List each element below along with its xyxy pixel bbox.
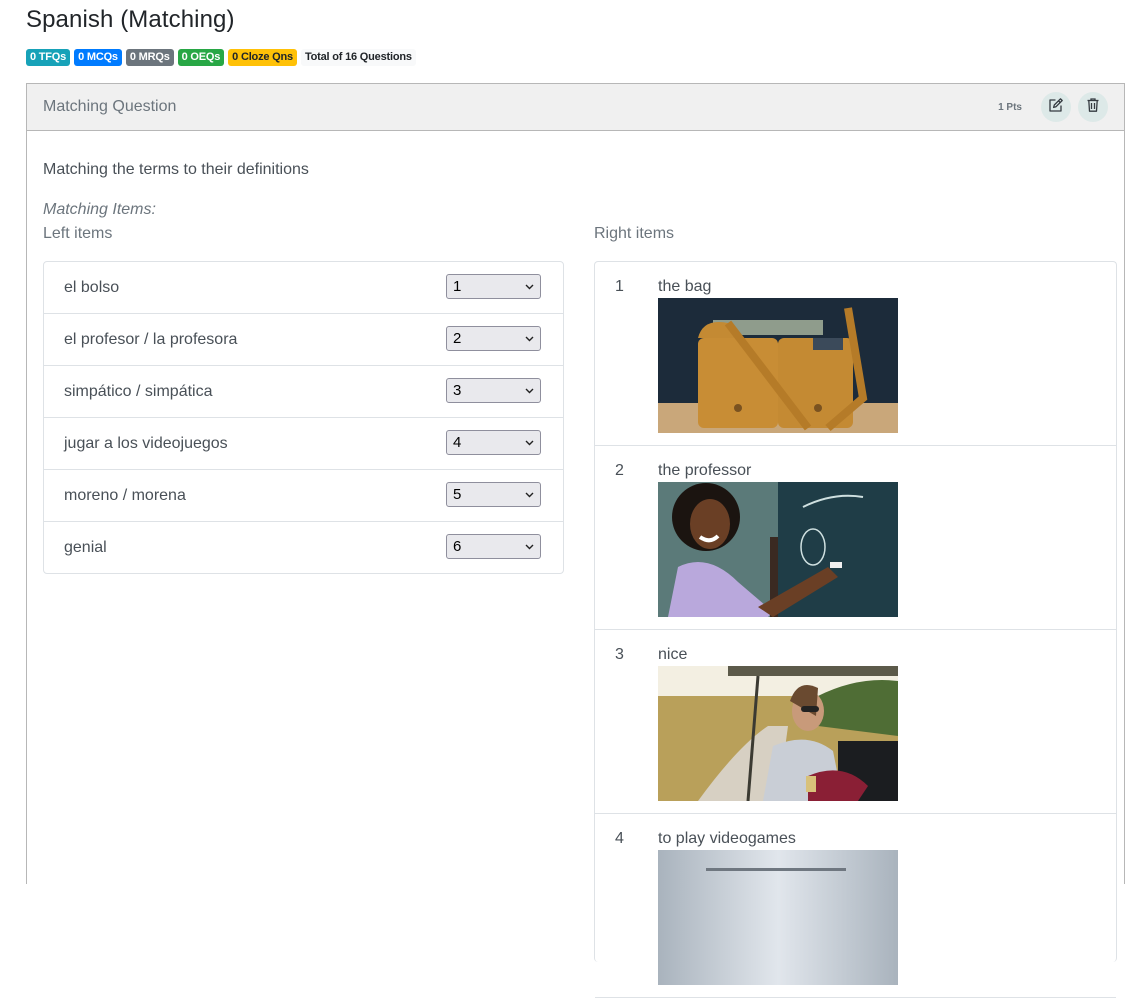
right-item-number: 1 — [615, 278, 624, 295]
nice-image — [658, 666, 898, 801]
mrq-count-badge: 0 MRQs — [125, 49, 174, 66]
chevron-down-icon — [525, 336, 534, 341]
right-item-row: 4 to play videogames — [595, 814, 1116, 998]
right-item-number: 2 — [615, 462, 624, 479]
right-item-row: 2 the professor — [595, 446, 1116, 630]
pencil-square-icon — [1048, 97, 1064, 118]
question-count-badges: 0 TFQs 0 MCQs 0 MRQs 0 OEQs 0 Cloze Qns … — [26, 49, 416, 66]
right-item-text: nice — [658, 646, 688, 663]
match-select-value: 4 — [453, 434, 462, 451]
chevron-down-icon — [525, 440, 534, 445]
match-select-value: 2 — [453, 330, 462, 347]
match-select[interactable]: 6 — [446, 534, 541, 559]
right-item-row: 3 nice — [595, 630, 1116, 814]
match-select[interactable]: 3 — [446, 378, 541, 403]
chevron-down-icon — [525, 492, 534, 497]
points-label: 1 Pts — [998, 101, 1022, 113]
question-description: Matching the terms to their definitions — [43, 161, 309, 178]
bag-image — [658, 298, 898, 433]
right-item-number: 3 — [615, 646, 624, 663]
match-select-value: 6 — [453, 538, 462, 555]
right-item-text: the professor — [658, 462, 752, 479]
right-item-number: 4 — [615, 830, 624, 847]
match-select-value: 1 — [453, 278, 462, 295]
total-questions-badge: Total of 16 Questions — [300, 49, 416, 66]
left-item-row: jugar a los videojuegos 4 — [44, 418, 563, 470]
left-item-row: moreno / morena 5 — [44, 470, 563, 522]
match-select[interactable]: 5 — [446, 482, 541, 507]
chevron-down-icon — [525, 284, 534, 289]
cloze-count-badge: 0 Cloze Qns — [228, 49, 297, 66]
matching-question-card: Matching Question 1 Pts Matching the ter… — [26, 83, 1125, 998]
match-select[interactable]: 2 — [446, 326, 541, 351]
right-item-row: 1 the bag — [595, 262, 1116, 446]
trash-icon — [1085, 97, 1101, 118]
professor-image — [658, 482, 898, 617]
left-item-row: genial 6 — [44, 522, 563, 573]
edit-question-button[interactable] — [1041, 92, 1071, 122]
tfq-count-badge: 0 TFQs — [26, 49, 71, 66]
left-items-list: el bolso 1 el profesor / la profesora 2 … — [43, 261, 564, 574]
match-select-value: 5 — [453, 486, 462, 503]
videogames-image — [658, 850, 898, 985]
left-item-row: el bolso 1 — [44, 262, 563, 314]
right-items-list: 1 the bag 2 the professor 3 nice 4 to pl… — [594, 261, 1117, 998]
right-item-text: to play videogames — [658, 830, 796, 847]
match-select[interactable]: 1 — [446, 274, 541, 299]
match-select-value: 3 — [453, 382, 462, 399]
page-title: Spanish (Matching) — [26, 6, 235, 33]
chevron-down-icon — [525, 544, 534, 549]
left-item-row: simpático / simpática 3 — [44, 366, 563, 418]
right-items-heading: Right items — [594, 225, 675, 242]
chevron-down-icon — [525, 388, 534, 393]
left-items-heading: Left items — [43, 225, 113, 242]
question-header: Matching Question 1 Pts — [27, 84, 1124, 131]
delete-question-button[interactable] — [1078, 92, 1108, 122]
mcq-count-badge: 0 MCQs — [74, 49, 122, 66]
oeq-count-badge: 0 OEQs — [177, 49, 225, 66]
question-type-title: Matching Question — [43, 98, 177, 115]
match-select[interactable]: 4 — [446, 430, 541, 455]
right-item-text: the bag — [658, 278, 712, 295]
matching-items-label: Matching Items: — [43, 201, 156, 218]
left-item-row: el profesor / la profesora 2 — [44, 314, 563, 366]
